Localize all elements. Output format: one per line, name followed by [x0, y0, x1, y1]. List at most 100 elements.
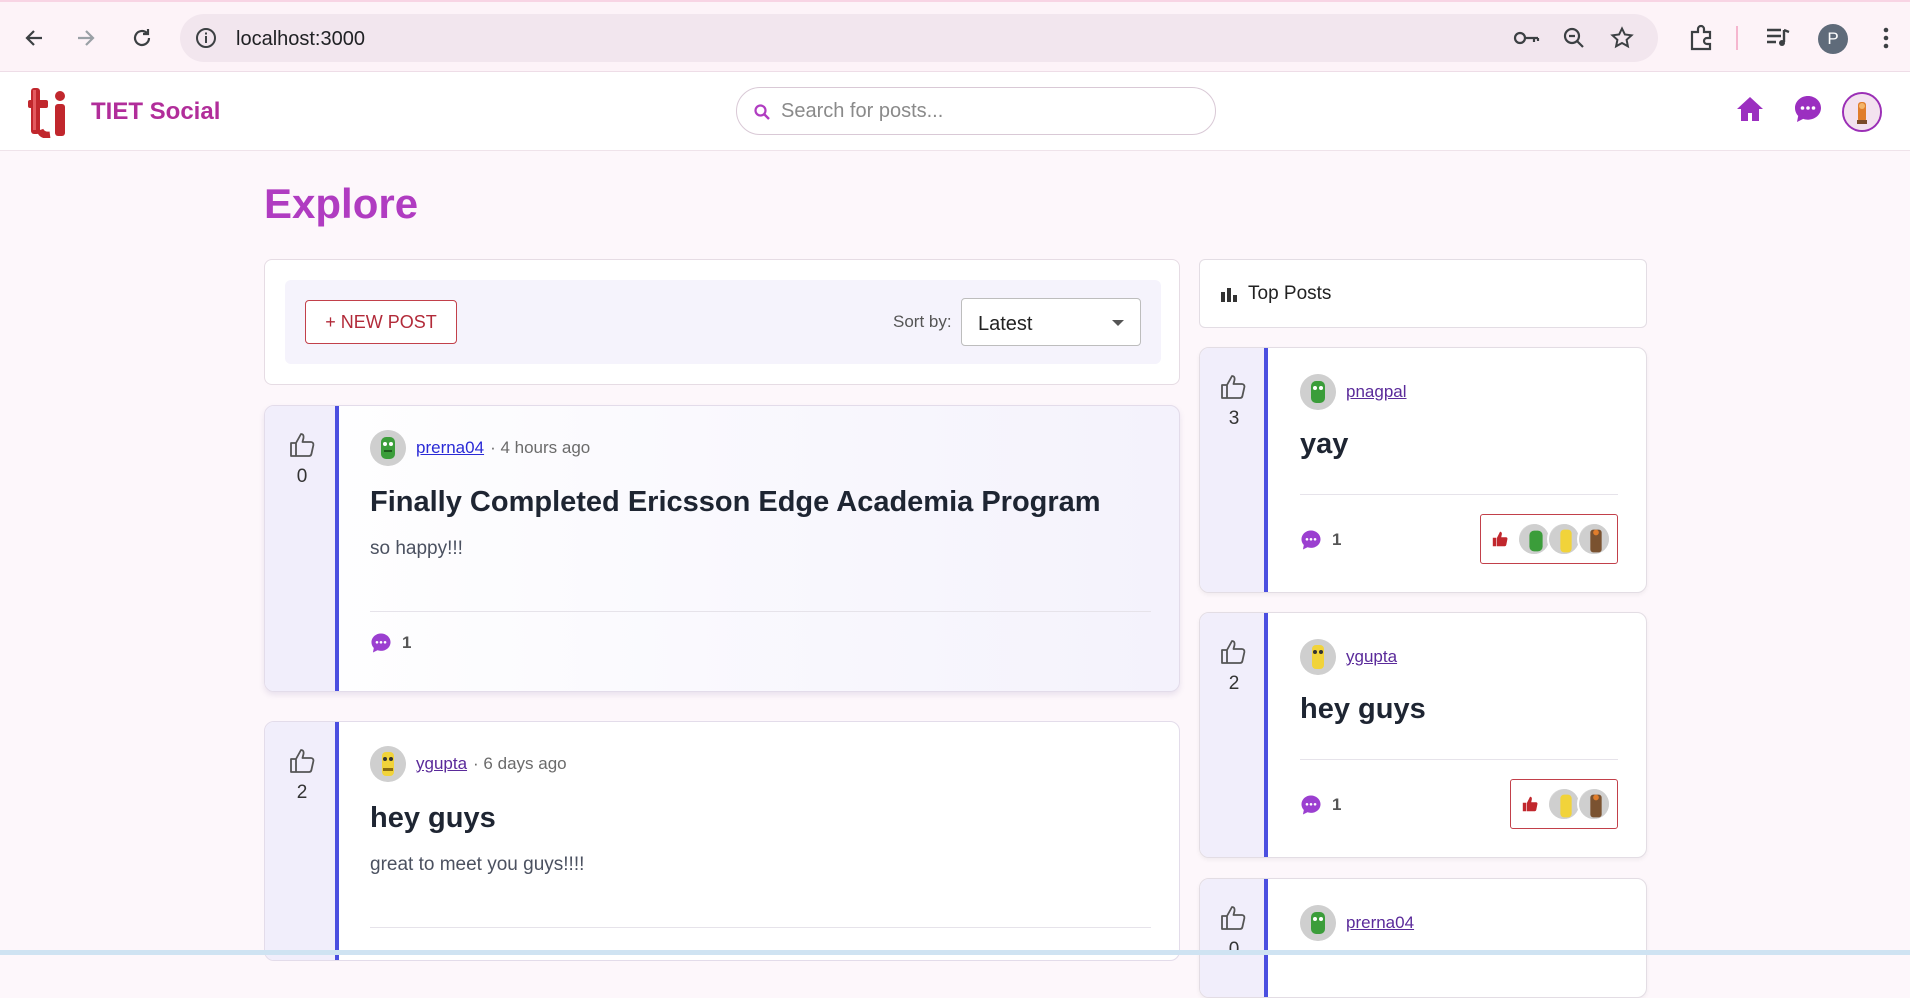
post-meta: prerna04 · 4 hours ago [370, 430, 590, 466]
sort-value: Latest [978, 313, 1033, 335]
post-divider [1300, 494, 1618, 495]
post-divider [1300, 759, 1618, 760]
author-avatar[interactable] [1300, 905, 1336, 941]
tiet-logo-icon[interactable] [28, 86, 68, 139]
site-info-icon[interactable] [194, 26, 218, 55]
comment-count-value: 1 [402, 633, 412, 652]
post-meta: prerna04 [1300, 905, 1414, 941]
top-post-card[interactable]: 3 pnagpal yay 1 [1199, 347, 1647, 593]
like-icon[interactable] [1218, 372, 1248, 407]
extensions-icon[interactable] [1687, 24, 1715, 57]
like-icon[interactable] [1218, 637, 1248, 672]
comment-count-value: 1 [1332, 530, 1342, 549]
author-avatar[interactable] [1300, 639, 1336, 675]
liker-avatar [1577, 522, 1611, 556]
liker-avatar [1547, 787, 1581, 821]
search-box[interactable] [736, 87, 1216, 135]
like-icon[interactable] [1218, 903, 1248, 938]
browser-menu-icon[interactable] [1878, 24, 1894, 57]
author-avatar[interactable] [370, 746, 406, 782]
password-key-icon[interactable] [1512, 26, 1540, 55]
browser-toolbar: localhost:3000 P [0, 0, 1910, 72]
vote-column: 0 [1200, 879, 1268, 997]
comment-count[interactable]: 1 [370, 632, 411, 654]
sort-label: Sort by: [893, 312, 952, 331]
post-meta: ygupta [1300, 639, 1397, 675]
author-link[interactable]: prerna04 [1346, 913, 1414, 933]
post-title[interactable]: Finally Completed Ericsson Edge Academia… [370, 486, 1101, 519]
brand-name[interactable]: TIET Social [91, 98, 220, 126]
browser-profile-avatar[interactable]: P [1818, 24, 1848, 54]
author-link[interactable]: ygupta [1346, 647, 1397, 667]
bar-chart-icon [1220, 286, 1238, 307]
liked-by-group[interactable] [1510, 779, 1618, 829]
comment-count[interactable]: 1 [1300, 794, 1341, 816]
page-title: Explore [264, 180, 419, 227]
post-card[interactable]: 0 prerna04 · 4 hours ago Finally Complet… [264, 405, 1180, 692]
post-body: great to meet you guys!!!! [370, 854, 585, 875]
liked-thumb-icon [1492, 531, 1508, 547]
page-bottom-edge [0, 950, 1910, 955]
vote-count: 3 [1228, 408, 1240, 429]
app-header: TIET Social [0, 72, 1910, 151]
liker-avatar [1547, 522, 1581, 556]
bookmark-star-icon[interactable] [1610, 26, 1634, 55]
toolbar-divider [1736, 26, 1738, 50]
back-icon[interactable] [20, 24, 48, 52]
top-posts-title: Top Posts [1248, 283, 1332, 304]
chat-icon[interactable] [1793, 94, 1823, 129]
post-time: · 6 days ago [473, 754, 567, 773]
forward-icon[interactable] [72, 24, 100, 52]
author-avatar[interactable] [1300, 374, 1336, 410]
vote-column: 0 [265, 406, 339, 691]
top-posts-header: Top Posts [1199, 259, 1647, 328]
posts-toolbar-inner: + NEW POST Sort by: Latest [285, 280, 1161, 364]
post-divider [370, 611, 1151, 612]
search-icon [753, 103, 771, 126]
author-avatar[interactable] [370, 430, 406, 466]
vote-count: 0 [296, 466, 308, 487]
like-icon[interactable] [287, 746, 317, 781]
vote-count: 2 [296, 782, 308, 803]
vote-count: 2 [1228, 673, 1240, 694]
comment-count[interactable]: 1 [1300, 529, 1341, 551]
liked-by-group[interactable] [1480, 514, 1618, 564]
comment-icon [1301, 795, 1321, 815]
dropdown-caret-icon [1112, 320, 1124, 326]
post-divider [370, 927, 1151, 928]
liked-thumb-icon [1522, 796, 1538, 812]
address-bar[interactable]: localhost:3000 [180, 14, 1658, 62]
media-control-icon[interactable] [1764, 24, 1792, 57]
post-title[interactable]: hey guys [370, 802, 496, 835]
author-link[interactable]: prerna04 [416, 438, 484, 458]
vote-column: 3 [1200, 348, 1268, 592]
vote-column: 2 [265, 722, 339, 960]
reload-icon[interactable] [128, 24, 156, 52]
author-link[interactable]: pnagpal [1346, 382, 1407, 402]
comment-icon [1301, 530, 1321, 550]
author-link[interactable]: ygupta [416, 754, 467, 774]
post-time: · 4 hours ago [490, 438, 591, 457]
vote-column: 2 [1200, 613, 1268, 857]
search-input[interactable] [781, 97, 1201, 125]
post-body: so happy!!! [370, 538, 463, 559]
post-title[interactable]: yay [1300, 428, 1348, 461]
top-post-card[interactable]: 2 ygupta hey guys 1 [1199, 612, 1647, 858]
post-meta: pnagpal [1300, 374, 1407, 410]
new-post-button[interactable]: + NEW POST [305, 300, 457, 344]
top-post-card[interactable]: 0 prerna04 [1199, 878, 1647, 998]
post-card[interactable]: 2 ygupta · 6 days ago hey guys great to … [264, 721, 1180, 961]
liker-avatar [1577, 787, 1611, 821]
comment-count-value: 1 [1332, 795, 1342, 814]
comment-icon [371, 633, 391, 653]
liker-avatar [1517, 522, 1551, 556]
home-icon[interactable] [1735, 94, 1765, 129]
url-text[interactable]: localhost:3000 [236, 28, 365, 51]
user-avatar[interactable] [1842, 92, 1882, 132]
post-meta: ygupta · 6 days ago [370, 746, 567, 782]
zoom-icon[interactable] [1562, 26, 1586, 55]
like-icon[interactable] [287, 430, 317, 465]
sort-select[interactable]: Latest [961, 298, 1141, 346]
posts-toolbar: + NEW POST Sort by: Latest [264, 259, 1180, 385]
post-title[interactable]: hey guys [1300, 693, 1426, 726]
